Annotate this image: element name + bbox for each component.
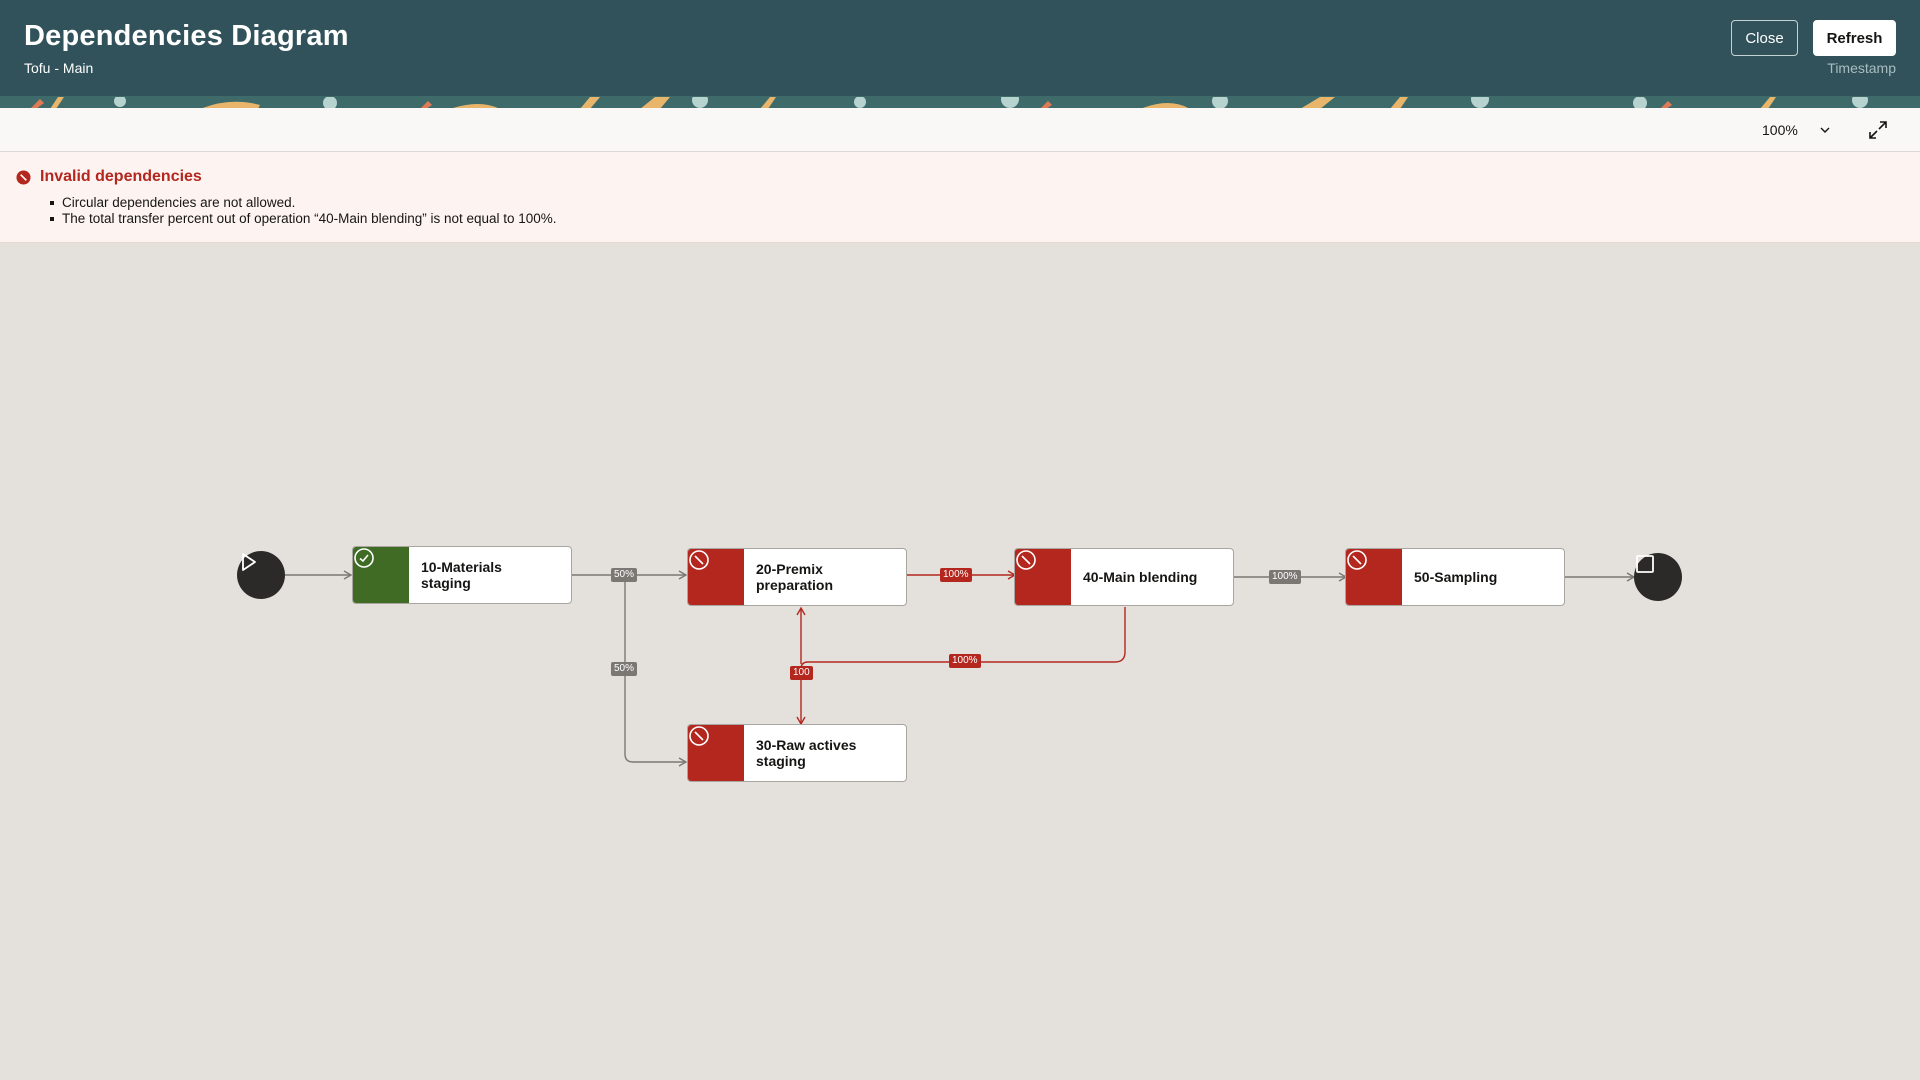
page-header: Dependencies Diagram Tofu - Main Close R…: [0, 0, 1920, 96]
node-status-invalid: [688, 725, 744, 781]
page-subtitle: Tofu - Main: [24, 60, 94, 76]
error-message-panel: Invalid dependencies Circular dependenci…: [0, 152, 1920, 243]
operation-node-20[interactable]: 20-Premix preparation: [687, 548, 907, 606]
node-status-invalid: [1015, 549, 1071, 605]
stop-icon: [1636, 555, 1654, 573]
node-status-valid: [353, 547, 409, 603]
node-label: 10-Materials: [421, 559, 502, 575]
node-label: 40-Main blending: [1083, 569, 1198, 585]
edge-label: 100%: [940, 568, 972, 582]
node-label: 20-Premix: [756, 561, 823, 577]
blocked-icon: [689, 550, 709, 570]
close-button[interactable]: Close: [1731, 20, 1798, 56]
error-list: Circular dependencies are not allowed. T…: [50, 195, 557, 227]
expand-icon[interactable]: [1866, 118, 1890, 142]
operation-node-50[interactable]: 50-Sampling: [1345, 548, 1565, 606]
node-label: 30-Raw actives: [756, 737, 857, 753]
error-message: Circular dependencies are not allowed.: [50, 195, 557, 211]
error-title: Invalid dependencies: [40, 168, 202, 185]
node-label: staging: [421, 575, 471, 591]
node-status-invalid: [688, 549, 744, 605]
chevron-down-icon: [1820, 127, 1830, 133]
operation-node-10[interactable]: 10-Materials staging: [352, 546, 572, 604]
edge-label: 100%: [1269, 570, 1301, 584]
refresh-button[interactable]: Refresh: [1813, 20, 1896, 56]
blocked-icon: [1016, 550, 1036, 570]
edge-label: 50%: [611, 662, 638, 676]
start-node[interactable]: [237, 551, 285, 599]
node-status-invalid: [1346, 549, 1402, 605]
page-title: Dependencies Diagram: [24, 20, 349, 52]
node-label: preparation: [756, 577, 834, 593]
decorative-banner: [0, 96, 1920, 108]
error-message: The total transfer percent out of operat…: [50, 211, 557, 227]
edge-label: 100: [790, 666, 813, 680]
diagram-toolbar: 100%: [0, 108, 1920, 152]
timestamp-label: Timestamp: [1827, 60, 1896, 76]
error-icon: [16, 170, 31, 185]
play-icon: [242, 553, 256, 571]
node-label: 50-Sampling: [1414, 569, 1498, 585]
check-circle-icon: [354, 548, 374, 568]
edge-label: 100%: [949, 654, 981, 668]
zoom-select[interactable]: 100%: [1762, 118, 1832, 142]
diagram-canvas[interactable]: 10-Materials staging 20-Premix preparati…: [0, 244, 1920, 1080]
operation-node-30[interactable]: 30-Raw actives staging: [687, 724, 907, 782]
blocked-icon: [1347, 550, 1367, 570]
edge-label: 50%: [611, 568, 638, 582]
blocked-icon: [689, 726, 709, 746]
zoom-value: 100%: [1762, 122, 1798, 138]
node-label: staging: [756, 753, 806, 769]
end-node[interactable]: [1634, 553, 1682, 601]
operation-node-40[interactable]: 40-Main blending: [1014, 548, 1234, 606]
